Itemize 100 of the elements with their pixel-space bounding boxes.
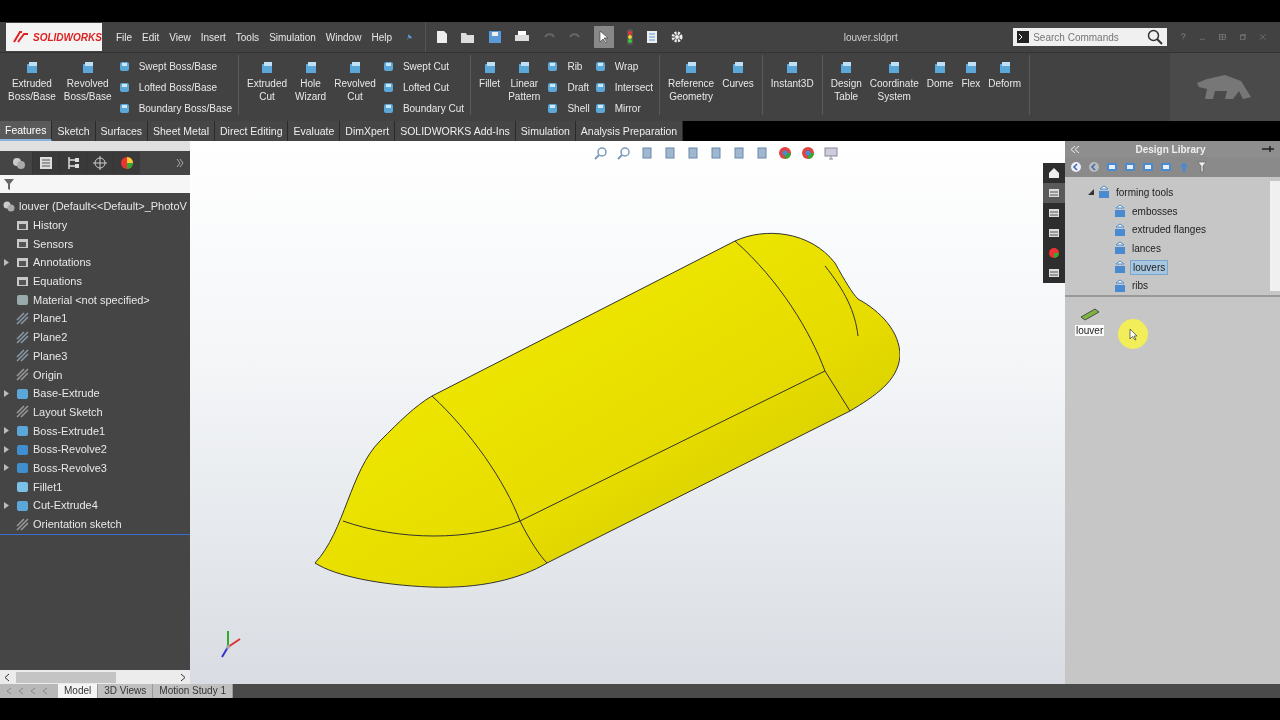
menu-item[interactable]: View: [169, 31, 191, 43]
library-folder[interactable]: forming tools: [1114, 185, 1176, 199]
tree-item[interactable]: louver (Default<<Default>_PhotoV: [0, 197, 190, 216]
command-tab[interactable]: Sketch: [52, 121, 96, 141]
tree-item[interactable]: History: [33, 219, 68, 232]
menu-item[interactable]: Edit: [142, 31, 160, 43]
command-tab[interactable]: Evaluate: [288, 121, 341, 141]
tile-windows-icon[interactable]: [1219, 32, 1227, 42]
section-view-icon[interactable]: [663, 146, 677, 160]
tree-item[interactable]: Cut-Extrude4: [33, 499, 98, 512]
back-icon[interactable]: [1070, 161, 1082, 173]
add-folder-icon[interactable]: [1142, 161, 1154, 173]
refresh-icon[interactable]: [1160, 161, 1172, 173]
menu-item[interactable]: Simulation: [269, 31, 316, 43]
scrollbar[interactable]: [0, 670, 190, 684]
library-file[interactable]: louver: [1075, 325, 1105, 336]
view-settings-icon[interactable]: [824, 146, 838, 160]
tree-item[interactable]: Plane2: [33, 331, 68, 344]
close-icon[interactable]: [1260, 32, 1266, 42]
tree-item[interactable]: Annotations: [33, 256, 92, 269]
expand-arrow-icon[interactable]: [3, 389, 9, 397]
save-icon[interactable]: [487, 30, 502, 44]
library-icon[interactable]: [1124, 161, 1136, 173]
ribbon-button[interactable]: Boundary Boss/Base: [117, 101, 232, 115]
command-tab[interactable]: DimXpert: [340, 121, 396, 141]
ribbon-button[interactable]: Fillet: [477, 59, 503, 115]
menu-item[interactable]: Insert: [200, 31, 226, 43]
command-tab[interactable]: Direct Editing: [215, 121, 289, 141]
model-tab[interactable]: Model: [58, 684, 99, 698]
ribbon-button[interactable]: Flex: [959, 59, 983, 115]
ribbon-button[interactable]: Swept Cut: [381, 59, 465, 73]
pin-icon[interactable]: [1262, 145, 1274, 153]
scroll-left-icon[interactable]: [4, 672, 10, 682]
scroll-right-icon[interactable]: [180, 672, 186, 682]
solidworks-logo[interactable]: SOLIDWORKS: [6, 23, 102, 51]
hide-show-icon[interactable]: [755, 146, 769, 160]
crosshair-icon[interactable]: [86, 152, 113, 174]
tree-item[interactable]: Orientation sketch: [33, 518, 122, 531]
tree-item[interactable]: Material <not specified>: [33, 293, 150, 306]
ribbon-button[interactable]: Deform: [986, 59, 1024, 115]
new-document-icon[interactable]: [435, 30, 448, 44]
ribbon-button[interactable]: Boundary Cut: [381, 101, 465, 115]
library-folder[interactable]: ribs: [1130, 279, 1151, 293]
tree-item[interactable]: Plane3: [33, 349, 68, 362]
scrollbar-thumb[interactable]: [16, 671, 116, 683]
ribbon-button[interactable]: Lofted Cut: [381, 80, 465, 94]
command-tab[interactable]: Simulation: [515, 121, 576, 141]
property-manager-icon[interactable]: [32, 152, 59, 174]
model-tab[interactable]: 3D Views: [98, 684, 154, 698]
edit-appearance-icon[interactable]: [778, 146, 792, 160]
ribbon-button[interactable]: Rib: [546, 59, 590, 73]
traffic-light-icon[interactable]: [625, 29, 634, 45]
expand-arrow-icon[interactable]: [3, 464, 9, 472]
previous-view-icon[interactable]: [640, 146, 654, 160]
ribbon-button[interactable]: Mirror: [593, 101, 653, 115]
command-tab[interactable]: Surfaces: [95, 121, 148, 141]
menu-item[interactable]: Window: [325, 31, 362, 43]
library-folder[interactable]: extruded flanges: [1130, 223, 1208, 237]
select-button[interactable]: [593, 26, 614, 48]
library-tab[interactable]: [1043, 183, 1065, 203]
ribbon-button[interactable]: Lofted Boss/Base: [117, 80, 232, 94]
library-folder[interactable]: embosses: [1130, 204, 1180, 218]
tree-item[interactable]: Plane1: [33, 312, 68, 325]
expand-arrow-icon[interactable]: [1088, 189, 1094, 196]
ribbon-button[interactable]: Design Table: [828, 59, 864, 115]
zoom-fit-icon[interactable]: [594, 146, 608, 160]
dynamic-annotation-icon[interactable]: [686, 146, 700, 160]
configuration-manager-icon[interactable]: [59, 152, 86, 174]
ribbon-button[interactable]: Draft: [546, 80, 590, 94]
expand-arrow-icon[interactable]: [3, 445, 9, 453]
file-properties-icon[interactable]: [645, 30, 658, 44]
toolbox-icon[interactable]: [1196, 161, 1208, 173]
command-tab[interactable]: Sheet Metal: [148, 121, 216, 141]
settings-icon[interactable]: [669, 30, 684, 44]
ribbon-button[interactable]: Extruded Boss/Base: [6, 59, 58, 115]
library-folder[interactable]: louvers: [1130, 259, 1169, 275]
help-icon[interactable]: [1181, 31, 1186, 43]
ribbon-button[interactable]: Wrap: [593, 59, 653, 73]
tree-item[interactable]: Boss-Revolve2: [33, 443, 107, 456]
add-to-library-icon[interactable]: [1106, 161, 1118, 173]
scene-icon[interactable]: [801, 146, 815, 160]
ribbon-button[interactable]: Intersect: [593, 80, 653, 94]
tree-item[interactable]: Sensors: [33, 237, 74, 250]
command-tab[interactable]: SOLIDWORKS Add-Ins: [395, 121, 516, 141]
search-input[interactable]: Search Commands: [1033, 31, 1144, 43]
menu-item[interactable]: Help: [371, 31, 392, 43]
tree-item[interactable]: Origin: [33, 368, 63, 381]
ribbon-button[interactable]: Extruded Cut: [245, 59, 290, 115]
command-tab[interactable]: Features: [0, 121, 53, 141]
ribbon-button[interactable]: Revolved Boss/Base: [61, 59, 114, 115]
tree-item[interactable]: Boss-Extrude1: [33, 424, 106, 437]
ribbon-button[interactable]: Instant3D: [768, 59, 816, 115]
tree-item[interactable]: Base-Extrude: [33, 387, 100, 400]
ribbon-button[interactable]: Swept Boss/Base: [117, 59, 232, 73]
ribbon-button[interactable]: Reference Geometry: [666, 59, 717, 115]
ribbon-button[interactable]: Curves: [720, 59, 756, 115]
zoom-area-icon[interactable]: [617, 146, 631, 160]
ribbon-button[interactable]: Dome: [924, 59, 956, 115]
pin-icon[interactable]: [406, 31, 413, 43]
command-tab[interactable]: Analysis Preparation: [575, 121, 684, 141]
